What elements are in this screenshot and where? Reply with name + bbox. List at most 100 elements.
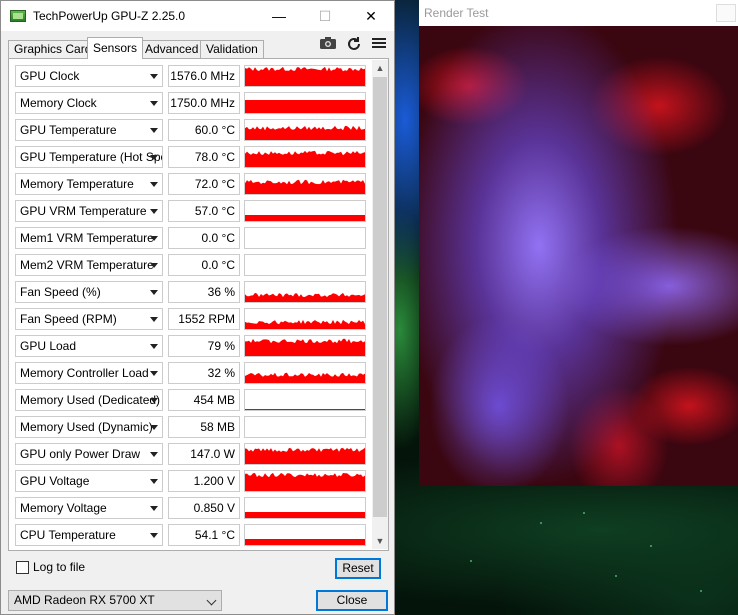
sensor-row: GPU only Power Draw 147.0 W	[15, 443, 370, 465]
sensor-row: Memory Used (Dedicated) 454 MB	[15, 389, 370, 411]
sensor-name-select[interactable]: GPU Clock	[15, 65, 163, 87]
sensor-graph-area	[245, 539, 365, 545]
sensor-graph	[244, 416, 366, 438]
sensor-graph-area	[245, 215, 365, 221]
sensor-name: Fan Speed (RPM)	[20, 312, 117, 326]
sensor-name: Mem1 VRM Temperature	[20, 231, 154, 245]
gpu-select-value: AMD Radeon RX 5700 XT	[14, 593, 155, 607]
chevron-down-icon	[150, 209, 158, 214]
reset-button[interactable]: Reset	[335, 558, 381, 579]
minimize-button[interactable]: —	[256, 1, 302, 31]
sensor-row: CPU Temperature 54.1 °C	[15, 524, 370, 546]
sensor-list: GPU Clock 1576.0 MHz Memory Clock 1750.0 MH…	[8, 58, 389, 551]
sensor-value: 60.0 °C	[168, 119, 240, 141]
sensor-name: Memory Controller Load	[20, 366, 149, 380]
scroll-down-icon[interactable]: ▼	[372, 533, 388, 549]
sensor-graph	[244, 335, 366, 357]
tab-sensors[interactable]: Sensors	[87, 37, 144, 59]
sensor-name-select[interactable]: CPU Temperature	[15, 524, 163, 546]
close-window-button[interactable]: ✕	[348, 1, 394, 31]
tab-advanced[interactable]: Advanced	[139, 40, 205, 58]
sensor-graph-area	[245, 472, 365, 491]
sensor-name: Memory Used (Dynamic)	[20, 420, 153, 434]
sensor-name-select[interactable]: Memory Controller Load	[15, 362, 163, 384]
sensor-name: CPU Temperature	[20, 528, 116, 542]
chevron-down-icon	[150, 317, 158, 322]
sensor-name-select[interactable]: GPU Voltage	[15, 470, 163, 492]
sensor-graph	[244, 362, 366, 384]
sensor-value: 1552 RPM	[168, 308, 240, 330]
vertical-scrollbar[interactable]: ▲ ▼	[372, 60, 388, 549]
sensor-value: 36 %	[168, 281, 240, 303]
sensor-graph	[244, 92, 366, 114]
chevron-down-icon	[150, 533, 158, 538]
sensor-name: Memory Temperature	[20, 177, 134, 191]
sensor-graph	[244, 389, 366, 411]
sensor-graph	[244, 443, 366, 465]
chevron-down-icon	[150, 371, 158, 376]
tab-graphics-card[interactable]: Graphics Card	[8, 40, 98, 58]
sensor-row: GPU Voltage 1.200 V	[15, 470, 370, 492]
chevron-down-icon	[150, 290, 158, 295]
sensor-graph-area	[245, 372, 365, 383]
sensor-name-select[interactable]: Memory Used (Dedicated)	[15, 389, 163, 411]
render-title-bar[interactable]: Render Test	[419, 0, 738, 26]
sensor-graph	[244, 146, 366, 168]
tab-validation[interactable]: Validation	[200, 40, 264, 58]
sensor-graph-area	[245, 66, 365, 86]
sensor-row: Fan Speed (%) 36 %	[15, 281, 370, 303]
chevron-down-icon	[150, 344, 158, 349]
render-test-window: Render Test	[419, 0, 738, 486]
sensor-name-select[interactable]: Memory Clock	[15, 92, 163, 114]
sensor-value: 0.850 V	[168, 497, 240, 519]
sensor-graph	[244, 173, 366, 195]
sensor-value: 79 %	[168, 335, 240, 357]
sensor-graph	[244, 524, 366, 546]
sensor-row: Fan Speed (RPM) 1552 RPM	[15, 308, 370, 330]
sensor-name-select[interactable]: Mem1 VRM Temperature	[15, 227, 163, 249]
sensor-graph-area	[245, 292, 365, 302]
sensor-name-select[interactable]: GPU Temperature (Hot Spot)	[15, 146, 163, 168]
chevron-down-icon	[150, 425, 158, 430]
sensor-row: Memory Used (Dynamic) 58 MB	[15, 416, 370, 438]
menu-icon[interactable]	[370, 36, 388, 52]
sensor-name-select[interactable]: Mem2 VRM Temperature	[15, 254, 163, 276]
sensor-name-select[interactable]: GPU Load	[15, 335, 163, 357]
scrollbar-thumb[interactable]	[373, 77, 387, 517]
sensor-name: Memory Clock	[20, 96, 97, 110]
sensor-name-select[interactable]: Memory Used (Dynamic)	[15, 416, 163, 438]
scroll-up-icon[interactable]: ▲	[372, 60, 388, 76]
sensor-name: GPU only Power Draw	[20, 447, 141, 461]
gpuz-window: TechPowerUp GPU-Z 2.25.0 — ☐ ✕ Graphics …	[0, 0, 395, 615]
refresh-icon[interactable]	[345, 36, 363, 52]
sensor-name-select[interactable]: Memory Temperature	[15, 173, 163, 195]
sensor-name-select[interactable]: Fan Speed (%)	[15, 281, 163, 303]
sensor-value: 72.0 °C	[168, 173, 240, 195]
sensor-name-select[interactable]: Fan Speed (RPM)	[15, 308, 163, 330]
maximize-button[interactable]: ☐	[302, 1, 348, 31]
sensor-name-select[interactable]: GPU only Power Draw	[15, 443, 163, 465]
chevron-down-icon	[150, 101, 158, 106]
close-button[interactable]: Close	[316, 590, 388, 611]
sensor-graph-area	[245, 150, 365, 167]
render-window-control[interactable]	[716, 4, 736, 22]
sensor-row: GPU Temperature (Hot Spot) 78.0 °C	[15, 146, 370, 168]
chevron-down-icon	[150, 128, 158, 133]
log-to-file-checkbox[interactable]	[16, 561, 29, 574]
sensor-name: GPU Load	[20, 339, 77, 353]
sensor-graph	[244, 254, 366, 276]
gpu-select-dropdown[interactable]: AMD Radeon RX 5700 XT	[8, 590, 222, 611]
sensor-graph-area	[245, 125, 365, 140]
gpuz-app-icon	[10, 10, 26, 22]
title-bar[interactable]: TechPowerUp GPU-Z 2.25.0 — ☐ ✕	[1, 1, 394, 31]
camera-icon[interactable]	[319, 36, 337, 52]
sensor-graph	[244, 200, 366, 222]
sensor-value: 1750.0 MHz	[168, 92, 240, 114]
sensor-name-select[interactable]: GPU VRM Temperature	[15, 200, 163, 222]
sensor-name: GPU VRM Temperature	[20, 204, 147, 218]
sensor-name-select[interactable]: GPU Temperature	[15, 119, 163, 141]
sensor-graph-area	[245, 100, 365, 113]
render-canvas	[419, 26, 738, 486]
sensor-name-select[interactable]: Memory Voltage	[15, 497, 163, 519]
sensor-value: 58 MB	[168, 416, 240, 438]
